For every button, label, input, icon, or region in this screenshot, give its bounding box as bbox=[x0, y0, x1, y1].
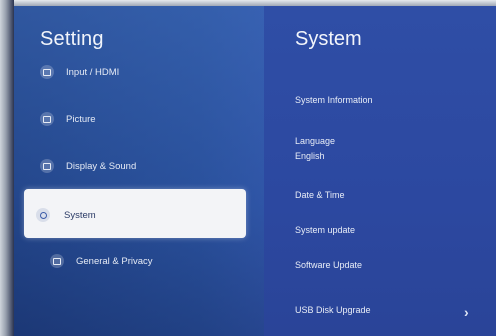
setting-date-time[interactable]: Date & Time bbox=[295, 190, 345, 200]
general-privacy-icon bbox=[50, 254, 64, 268]
setting-system-update[interactable]: System update bbox=[295, 225, 355, 235]
picture-icon bbox=[40, 112, 54, 126]
menu-item-picture[interactable]: Picture bbox=[40, 107, 96, 131]
setting-system-information[interactable]: System Information bbox=[295, 95, 373, 105]
setting-usb-disk-upgrade[interactable]: USB Disk Upgrade bbox=[295, 305, 371, 315]
menu-item-input-hdmi[interactable]: Input / HDMI bbox=[40, 60, 119, 84]
menu-item-label: Picture bbox=[66, 113, 96, 125]
chevron-right-icon: › bbox=[464, 304, 469, 320]
menu-item-label: Input / HDMI bbox=[66, 66, 120, 78]
setting-language-value: English bbox=[295, 151, 325, 161]
display-sound-icon bbox=[40, 159, 54, 173]
menu-item-display-sound[interactable]: Display & Sound bbox=[40, 154, 136, 178]
menu-item-label: General & Privacy bbox=[76, 255, 153, 267]
tv-screen: Setting System Input / HDMI Picture Disp… bbox=[0, 0, 496, 336]
system-title: System bbox=[295, 28, 362, 50]
menu-item-label: Display & Sound bbox=[66, 160, 137, 172]
setting-software-update[interactable]: Software Update bbox=[295, 260, 362, 270]
menu-item-system[interactable]: System bbox=[36, 203, 96, 227]
system-details-panel bbox=[264, 6, 496, 336]
menu-item-label: System bbox=[64, 209, 96, 221]
system-icon bbox=[36, 208, 50, 222]
settings-title: Setting bbox=[40, 28, 104, 50]
tv-bezel-left bbox=[0, 0, 14, 336]
input-icon bbox=[40, 65, 54, 79]
setting-language-label[interactable]: Language bbox=[295, 136, 335, 146]
menu-item-general-privacy[interactable]: General & Privacy bbox=[50, 249, 153, 273]
